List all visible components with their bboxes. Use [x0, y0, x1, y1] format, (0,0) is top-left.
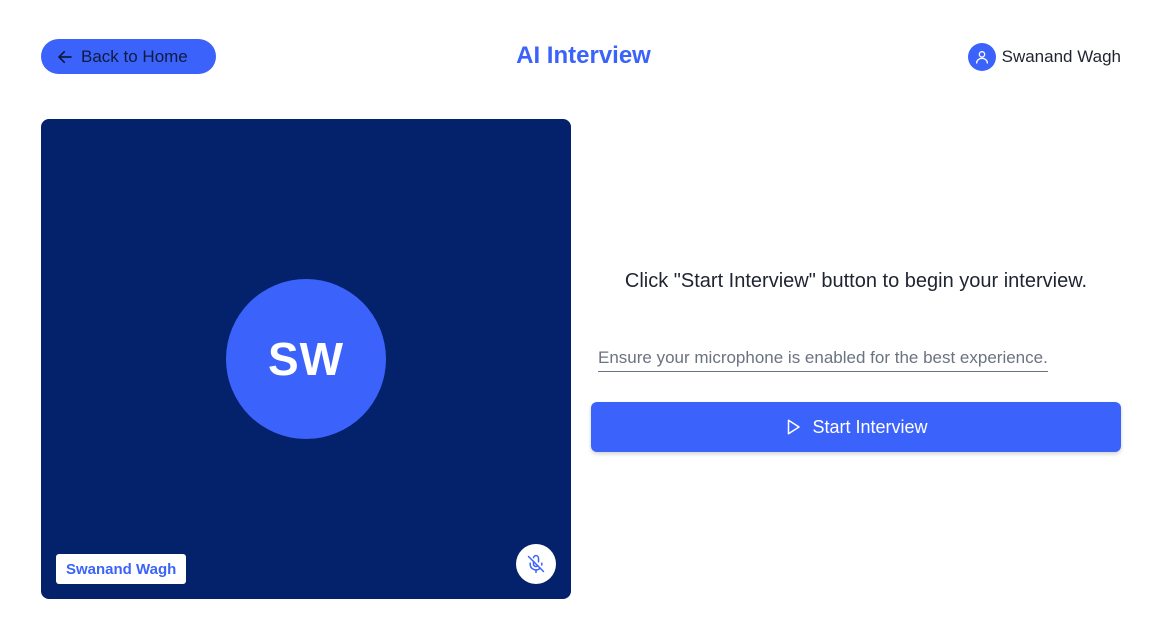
- arrow-left-icon: [56, 48, 74, 66]
- mic-off-icon: [526, 554, 546, 574]
- microphone-hint: Ensure your microphone is enabled for th…: [598, 346, 1048, 372]
- start-interview-label: Start Interview: [812, 416, 928, 437]
- ai-interview-page: Back to Home AI Interview Swanand Wagh S…: [0, 0, 1167, 632]
- user-profile[interactable]: Swanand Wagh: [967, 42, 1121, 72]
- instructions-text: Click "Start Interview" button to begin …: [624, 270, 1088, 292]
- mic-toggle-button[interactable]: [516, 544, 556, 584]
- back-to-home-button[interactable]: Back to Home: [41, 39, 216, 74]
- play-icon: [784, 418, 802, 436]
- start-interview-button[interactable]: Start Interview: [591, 402, 1121, 452]
- user-icon: [967, 43, 996, 71]
- back-to-home-label: Back to Home: [81, 46, 188, 66]
- video-tile: SW Swanand Wagh: [41, 119, 571, 599]
- participant-name-tag: Swanand Wagh: [56, 554, 187, 584]
- user-name: Swanand Wagh: [1001, 47, 1121, 66]
- participant-avatar: SW: [226, 279, 386, 439]
